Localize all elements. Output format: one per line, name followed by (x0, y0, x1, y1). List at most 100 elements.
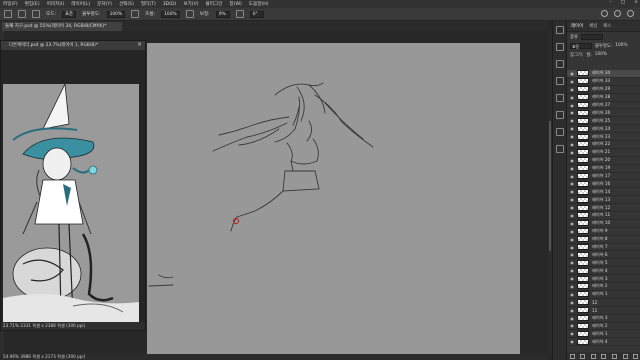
history-icon[interactable] (555, 43, 564, 51)
visibility-eye-icon[interactable]: ◉ (567, 213, 577, 218)
fill-value[interactable]: 100% (595, 52, 607, 57)
brush-tool-icon[interactable] (4, 10, 12, 18)
play-icon[interactable] (555, 26, 564, 34)
adjustments-icon[interactable] (555, 77, 564, 85)
close-button[interactable]: × (634, 0, 638, 5)
layer-row[interactable]: ◉ 레이어 1 (567, 330, 640, 339)
visibility-eye-icon[interactable]: ◉ (567, 79, 577, 84)
visibility-eye-icon[interactable]: ◉ (567, 150, 577, 155)
layer-row[interactable]: ◉ 레이어 6 (567, 251, 640, 260)
layer-row[interactable]: ◉ 레이어 2 (567, 283, 640, 291)
layer-row[interactable]: ◉ 레이어 19 (567, 165, 640, 173)
smoothing-options-icon[interactable] (235, 10, 244, 18)
brush-preset-icon[interactable] (18, 10, 26, 18)
workspace-icon[interactable] (614, 10, 621, 17)
mode-select[interactable]: 표준 (62, 10, 77, 18)
trash-icon[interactable] (633, 353, 639, 359)
layer-row[interactable]: ◉ 레이어 5 (567, 259, 640, 268)
menu-help[interactable]: 도움말(H) (249, 1, 269, 7)
reference-artwork[interactable] (3, 84, 139, 328)
layer-row[interactable]: ◉ 레이어 3 (567, 315, 640, 323)
layer-row[interactable]: ◉ 레이어 4 (567, 338, 640, 347)
visibility-eye-icon[interactable]: ◉ (567, 260, 577, 265)
share-icon[interactable] (627, 10, 634, 17)
visibility-eye-icon[interactable]: ◉ (567, 87, 577, 92)
reference-close-icon[interactable]: × (137, 41, 142, 48)
visibility-eye-icon[interactable]: ◉ (567, 166, 577, 171)
menu-file[interactable]: 파일(F) (3, 1, 18, 7)
layer-row[interactable]: ◉ 레이어 20 (567, 157, 640, 165)
layer-row[interactable]: ◉ 레이어 24 (567, 125, 640, 134)
kind-filter[interactable] (580, 33, 603, 40)
layer-row[interactable]: ◉ 레이어 14 (567, 188, 640, 197)
layer-row[interactable]: ◉ 레이어 11 (567, 212, 640, 220)
layer-row[interactable]: ◉ 레이어 2 (567, 322, 640, 331)
layer-row[interactable]: ◉ 레이어 8 (567, 236, 640, 244)
layer-row[interactable]: ◉ 레이어 13 (567, 196, 640, 205)
document-canvas[interactable] (147, 43, 520, 354)
menu-filter[interactable]: 필터(T) (141, 1, 156, 7)
visibility-eye-icon[interactable]: ◉ (567, 339, 577, 344)
visibility-eye-icon[interactable]: ◉ (567, 237, 577, 242)
layer-row[interactable]: ◉ 레이어 33 (567, 78, 640, 86)
menu-window[interactable]: 창(W) (229, 1, 241, 7)
visibility-eye-icon[interactable]: ◉ (567, 323, 577, 328)
visibility-eye-icon[interactable]: ◉ (567, 292, 577, 297)
maximize-button[interactable]: □ (621, 0, 625, 5)
visibility-eye-icon[interactable]: ◉ (567, 189, 577, 194)
visibility-eye-icon[interactable]: ◉ (567, 158, 577, 163)
visibility-eye-icon[interactable]: ◉ (567, 95, 577, 100)
layer-row[interactable]: ◉ 레이어 26 (567, 109, 640, 118)
brush-panel-icon[interactable] (555, 94, 564, 102)
visibility-eye-icon[interactable]: ◉ (567, 134, 577, 139)
group-icon[interactable] (612, 353, 618, 359)
layer-row[interactable]: ◉ 레이어 17 (567, 173, 640, 181)
minimize-button[interactable]: – (610, 0, 612, 5)
visibility-eye-icon[interactable]: ◉ (567, 103, 577, 108)
visibility-eye-icon[interactable]: ◉ (567, 276, 577, 281)
airbrush-icon[interactable] (185, 10, 194, 18)
visibility-eye-icon[interactable]: ◉ (567, 331, 577, 336)
pressure-opacity-icon[interactable] (131, 10, 140, 18)
visibility-eye-icon[interactable]: ◉ (567, 268, 577, 273)
layer-row[interactable]: ◉ 레이어 10 (567, 220, 640, 228)
menu-view[interactable]: 보기(V) (183, 1, 198, 7)
layer-row[interactable]: ◉ 레이어 28 (567, 94, 640, 102)
layer-row[interactable]: ◉ 레이어 9 (567, 228, 640, 236)
reference-window-title[interactable]: 다른캐릭터.psd @ 23.7%(레이어 1, RGB/8)* × (1, 41, 145, 50)
tab-paths[interactable]: 패스 (603, 23, 611, 29)
layer-row[interactable]: ◉ 레이어 3 (567, 275, 640, 284)
tab-channels[interactable]: 채널 (589, 23, 597, 29)
menu-3d[interactable]: 3D(D) (163, 2, 177, 7)
visibility-eye-icon[interactable]: ◉ (567, 284, 577, 289)
menu-type[interactable]: 문자(Y) (97, 1, 112, 7)
visibility-eye-icon[interactable]: ◉ (567, 308, 577, 313)
adjustment-layer-icon[interactable] (601, 353, 607, 359)
tab-document[interactable]: 둘째 지구.psd @ 55%(레이어 34, RGB/8/CMYK)* (2, 22, 122, 31)
visibility-eye-icon[interactable]: ◉ (567, 174, 577, 179)
layer-row[interactable]: ◉ 레이어 22 (567, 141, 640, 149)
swatches-icon[interactable] (555, 111, 564, 119)
visibility-eye-icon[interactable]: ◉ (567, 221, 577, 226)
menu-select[interactable]: 선택(S) (119, 1, 134, 7)
visibility-eye-icon[interactable]: ◉ (567, 229, 577, 234)
layer-row[interactable]: ◉ 레이어 25 (567, 117, 640, 126)
layer-opacity-value[interactable]: 100% (615, 43, 627, 48)
layer-row[interactable]: ◉ 레이어 12 (567, 204, 640, 213)
visibility-eye-icon[interactable]: ◉ (567, 71, 577, 76)
properties-icon[interactable] (555, 60, 564, 68)
layer-row[interactable]: ◉ 12 (567, 299, 640, 307)
visibility-eye-icon[interactable]: ◉ (567, 300, 577, 305)
layer-row[interactable]: ◉ 레이어 21 (567, 149, 640, 157)
mask-icon[interactable] (590, 353, 596, 359)
menu-layer[interactable]: 레이어(L) (71, 1, 90, 7)
visibility-eye-icon[interactable]: ◉ (567, 252, 577, 257)
layer-row[interactable]: ◉ 레이어 1 (567, 291, 640, 299)
visibility-eye-icon[interactable]: ◉ (567, 142, 577, 147)
menu-plugins[interactable]: 플러그인 (206, 1, 223, 7)
brush-settings-icon[interactable] (32, 10, 40, 18)
visibility-eye-icon[interactable]: ◉ (567, 110, 577, 115)
smoothing-field[interactable]: 0% (215, 10, 230, 18)
new-layer-icon[interactable] (622, 353, 628, 359)
paragraph-icon[interactable] (555, 128, 564, 136)
